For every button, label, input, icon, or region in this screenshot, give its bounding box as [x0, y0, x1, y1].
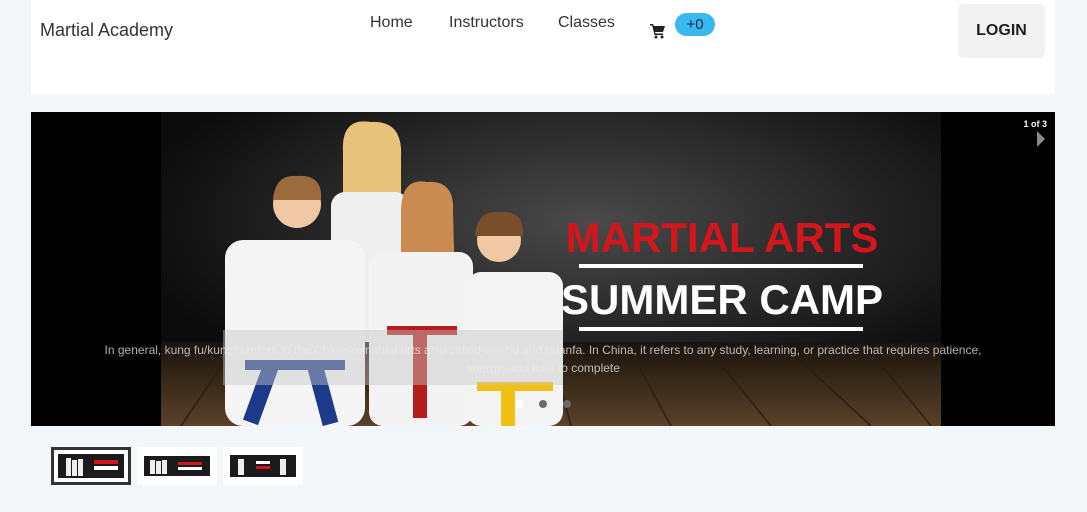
nav-home[interactable]: Home: [370, 14, 413, 32]
slide-caption: In general, kung fu/kungfu refers to the…: [104, 343, 982, 375]
thumbnail-image: [230, 455, 296, 477]
nav-classes[interactable]: Classes: [558, 14, 615, 32]
slide-dot-3[interactable]: [563, 400, 571, 408]
cart-icon[interactable]: [650, 23, 666, 39]
slide-counter: 1 of 3: [1023, 119, 1047, 129]
cart-count-badge[interactable]: +0: [675, 13, 715, 36]
thumbnail-1[interactable]: [51, 447, 131, 485]
nav-instructors[interactable]: Instructors: [449, 14, 524, 32]
thumbnail-image: [58, 454, 124, 478]
next-arrow-icon[interactable]: [1035, 130, 1047, 148]
slide-dot-2[interactable]: [539, 400, 547, 408]
login-button[interactable]: LOGIN: [958, 4, 1045, 58]
thumbnail-2[interactable]: [137, 447, 217, 485]
image-slider: MARTIAL ARTS SUMMER CAMP 1 of 3 In gener…: [31, 112, 1055, 426]
brand-name[interactable]: Martial Academy: [40, 20, 173, 41]
slide-dot-1[interactable]: [515, 400, 523, 408]
banner-title-line1: MARTIAL ARTS: [566, 214, 879, 261]
thumbnail-image: [144, 456, 210, 476]
thumbnail-3[interactable]: [223, 447, 303, 485]
site-header: Martial Academy Home Instructors Classes…: [31, 0, 1055, 94]
banner-title-line2: SUMMER CAMP: [561, 276, 883, 323]
